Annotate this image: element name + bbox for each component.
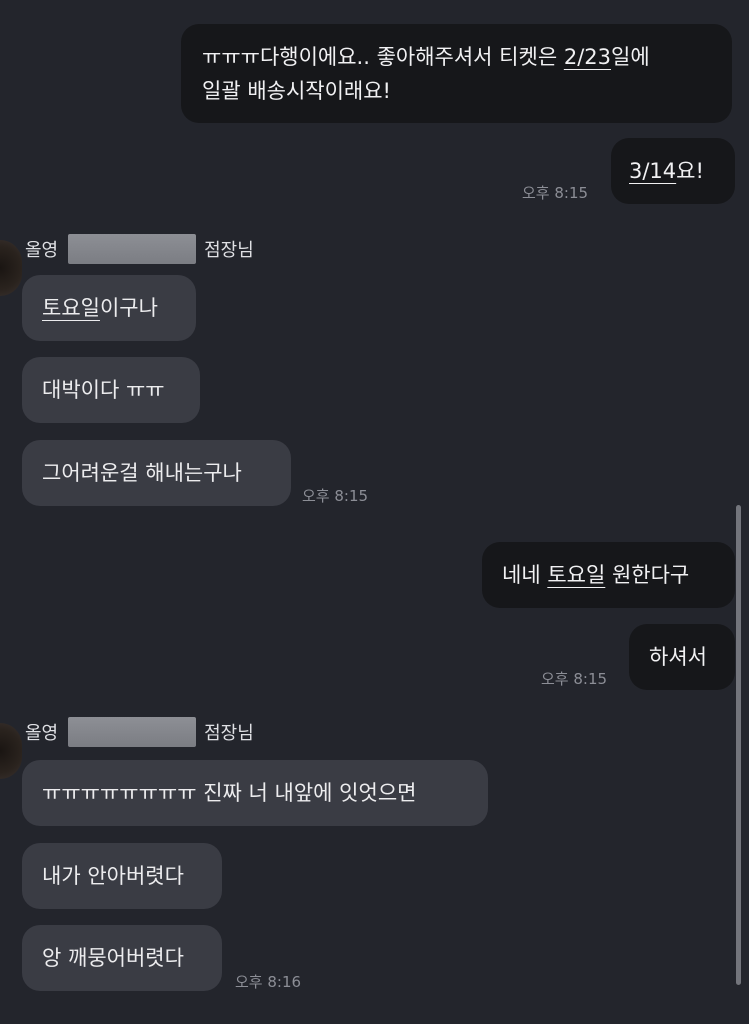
message-bubble-incoming[interactable]: 대박이다 ㅠㅠ — [22, 357, 200, 423]
sender-avatar[interactable] — [0, 240, 22, 296]
message-timestamp: 오후 8:15 — [522, 184, 589, 202]
redaction-mask — [68, 234, 197, 264]
message-line: 일괄 배송시작이래요! — [202, 79, 391, 103]
message-text: 요! — [676, 159, 704, 183]
sender-name-suffix: 점장님 — [204, 723, 254, 744]
message-text: 네네 — [502, 563, 548, 587]
message-text: 그어려운걸 해내는구나 — [42, 461, 242, 485]
message-text: ㅠㅠㅠㅠㅠㅠㅠㅠ 진짜 너 내앞에 잇엇으면 — [42, 781, 417, 805]
date-link[interactable]: 토요일 — [42, 296, 100, 320]
message-text: 내가 안아버렷다 — [42, 864, 184, 888]
redaction-mask — [68, 717, 197, 747]
sender-name-prefix: 올영 — [25, 723, 59, 744]
message-timestamp: 오후 8:15 — [302, 487, 369, 505]
message-bubble-outgoing[interactable]: ㅠㅠㅠ다행이에요.. 좋아해주셔서 티켓은 2/23일에 일괄 배송시작이래요! — [181, 24, 732, 123]
message-text: ㅠㅠㅠ다행이에요.. 좋아해주셔서 티켓은 — [202, 45, 564, 69]
message-timestamp: 오후 8:16 — [235, 973, 302, 991]
message-text: 일에 — [611, 45, 650, 69]
chat-scrollbar[interactable] — [736, 505, 741, 985]
message-text: 하셔서 — [649, 645, 707, 669]
message-bubble-incoming[interactable]: ㅠㅠㅠㅠㅠㅠㅠㅠ 진짜 너 내앞에 잇엇으면 — [22, 760, 488, 826]
message-text: 이구나 — [99, 296, 158, 320]
sender-name: 올영 점장님 — [25, 234, 254, 264]
message-timestamp: 오후 8:15 — [541, 670, 608, 688]
message-bubble-outgoing[interactable]: 3/14요! — [611, 138, 735, 204]
message-text: 앙 깨뭉어버렷다 — [42, 946, 184, 970]
sender-name: 올영 점장님 — [25, 717, 254, 747]
date-link[interactable]: 2/23 — [564, 45, 611, 69]
message-bubble-incoming[interactable]: 내가 안아버렷다 — [22, 843, 222, 909]
message-bubble-incoming[interactable]: 그어려운걸 해내는구나 — [22, 440, 291, 506]
message-bubble-outgoing[interactable]: 네네 토요일 원한다구 — [482, 542, 735, 608]
sender-name-suffix: 점장님 — [204, 240, 254, 261]
sender-name-prefix: 올영 — [25, 240, 59, 261]
message-line: ㅠㅠㅠ다행이에요.. 좋아해주셔서 티켓은 2/23일에 — [202, 40, 712, 74]
message-text: 원한다구 — [605, 563, 690, 587]
message-bubble-outgoing[interactable]: 하셔서 — [629, 624, 735, 690]
day-link[interactable]: 토요일 — [547, 563, 605, 587]
sender-avatar[interactable] — [0, 723, 22, 779]
message-bubble-incoming[interactable]: 토요일이구나 — [22, 275, 196, 341]
message-bubble-incoming[interactable]: 앙 깨뭉어버렷다 — [22, 925, 222, 991]
message-text: 대박이다 ㅠㅠ — [42, 378, 165, 402]
date-link[interactable]: 3/14 — [629, 159, 676, 183]
